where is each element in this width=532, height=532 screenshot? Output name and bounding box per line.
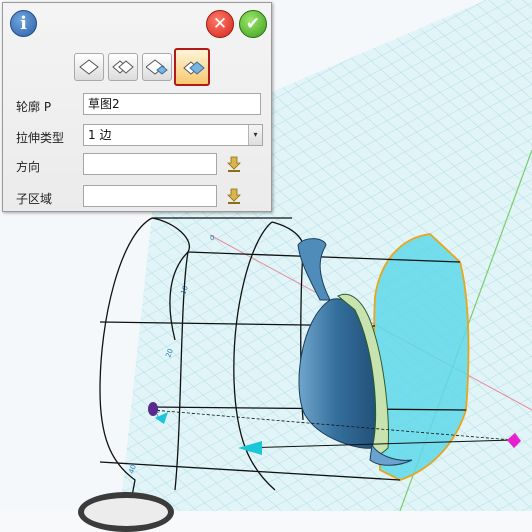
diamond-icon [79,59,99,75]
extrude-type-select[interactable]: 1 边 ▾ [83,124,263,146]
extrude-type-row: 拉伸类型 1 边 ▾ [3,124,271,150]
info-icon[interactable]: i [10,10,37,37]
sub-region-field[interactable] [83,185,217,207]
view-cube[interactable] [78,492,174,532]
direction-label: 方向 [16,160,41,174]
direction-row: 方向 [3,153,271,179]
grid-label-0: 0 [210,234,214,242]
ok-button[interactable]: ✔ [239,10,267,38]
chevron-down-icon[interactable]: ▾ [248,125,262,145]
direction-field[interactable] [83,153,217,175]
extrude-mode-1-button[interactable] [74,53,104,81]
double-diamond-icon [112,60,134,74]
cancel-button[interactable]: ✕ [206,10,234,38]
diamond-shift-icon [146,59,168,75]
dialog-titlebar: i ✕ ✔ [3,3,271,41]
pick-direction-icon[interactable] [225,155,243,173]
checkmark-icon: ✔ [245,14,261,34]
extrude-mode-4-button[interactable] [174,48,210,86]
sub-region-label: 子区域 [16,192,53,206]
extrude-mode-2-button[interactable] [108,53,138,81]
sub-region-row: 子区域 [3,185,271,211]
extrude-type-value: 1 边 [88,128,112,142]
profile-label: 轮廓 P [16,100,52,114]
pick-sub-region-icon[interactable] [225,187,243,205]
profile-field[interactable]: 草图2 [83,93,261,115]
extrude-type-label: 拉伸类型 [16,131,65,145]
extrude-mode-3-button[interactable] [142,53,172,81]
origin-handle[interactable] [148,402,158,416]
extrude-dialog: i ✕ ✔ 轮廓 P 草图2 拉伸类型 1 边 ▾ 方向 子区域 [2,2,272,212]
symmetric-extrude-icon [183,61,205,75]
close-icon: ✕ [212,14,228,34]
profile-row: 轮廓 P 草图2 [3,93,271,119]
